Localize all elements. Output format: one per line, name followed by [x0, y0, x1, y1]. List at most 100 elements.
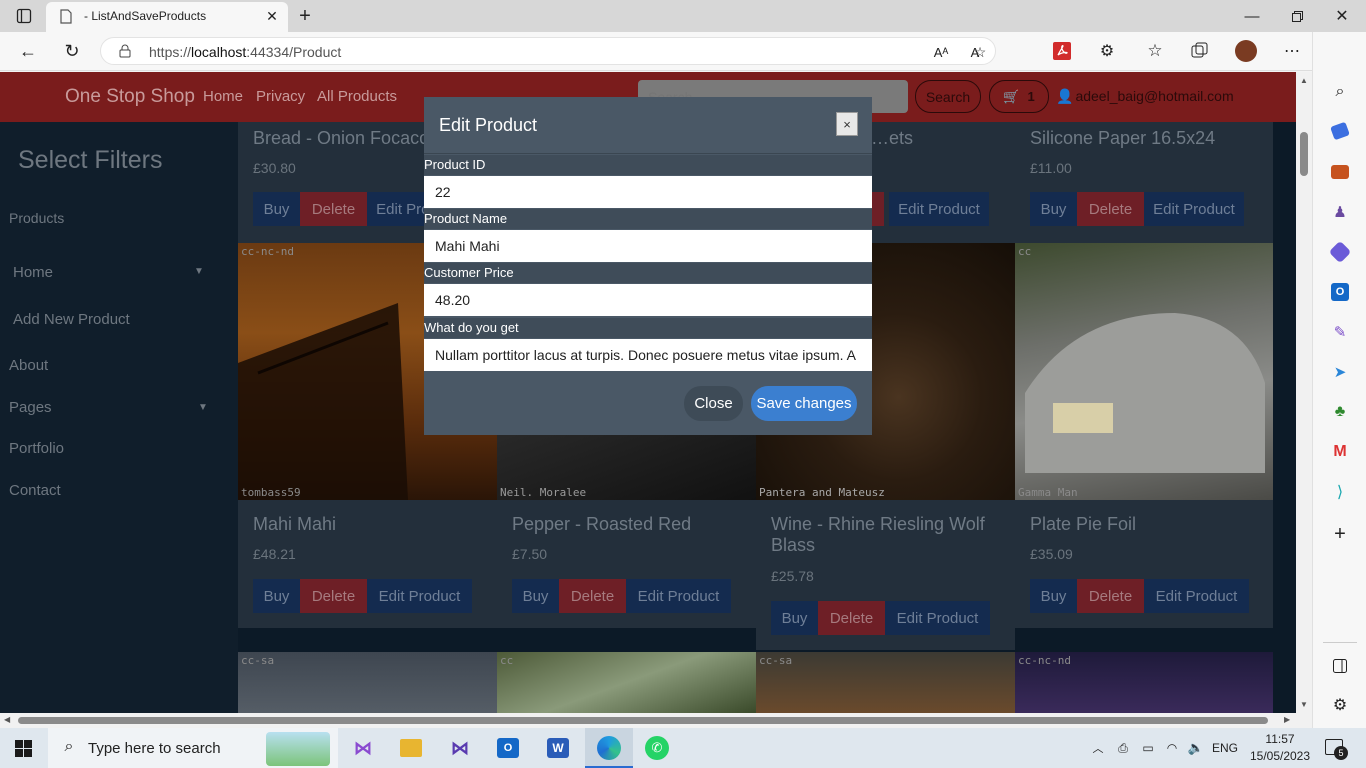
add-icon[interactable]: +: [1329, 523, 1351, 545]
close-window-icon[interactable]: ✕: [1332, 6, 1352, 26]
close-tab-icon[interactable]: ✕: [264, 8, 280, 24]
product-id-input[interactable]: 22: [424, 176, 872, 208]
description-input[interactable]: Nullam porttitor lacus at turpis. Donec …: [424, 339, 872, 371]
windows-start-icon[interactable]: [15, 740, 32, 757]
edit-product-button[interactable]: Edit Product: [885, 601, 990, 635]
profile-avatar[interactable]: [1235, 40, 1257, 62]
shopping-icon[interactable]: [1330, 121, 1350, 141]
edit-product-button[interactable]: Edit Product: [367, 579, 472, 613]
nav-privacy[interactable]: Privacy: [256, 88, 305, 105]
sidebar-item-about[interactable]: About: [9, 357, 48, 374]
lock-icon[interactable]: [117, 43, 133, 59]
brand-link[interactable]: One Stop Shop: [65, 86, 195, 108]
customer-price-input[interactable]: 48.20: [424, 284, 872, 316]
whatsapp-icon[interactable]: ✆: [645, 736, 669, 760]
vertical-scrollbar[interactable]: ▲ ▼: [1296, 72, 1312, 713]
extensions-icon[interactable]: ⚙: [1096, 40, 1118, 62]
sidebar-item-portfolio[interactable]: Portfolio: [9, 440, 64, 457]
clock-time[interactable]: 11:57: [1250, 732, 1310, 746]
nav-home[interactable]: Home: [203, 88, 243, 105]
gmail-icon[interactable]: M: [1329, 442, 1351, 462]
collections-icon[interactable]: [1189, 40, 1211, 62]
chevron-down-icon[interactable]: ▼: [198, 402, 208, 413]
horizontal-scrollbar[interactable]: ◀ ▶: [0, 713, 1312, 728]
taskbar-search-box[interactable]: ⌕ Type here to search: [48, 728, 338, 768]
browser-tab[interactable]: - ListAndSaveProducts ✕: [46, 2, 288, 32]
scroll-down-icon[interactable]: ▼: [1300, 700, 1308, 709]
delete-button[interactable]: Delete: [818, 601, 885, 635]
designer-icon[interactable]: ✎: [1329, 322, 1351, 342]
buy-button[interactable]: Buy: [512, 579, 559, 613]
delete-button[interactable]: Delete: [1077, 579, 1144, 613]
edit-product-button[interactable]: Edit Product: [1144, 579, 1249, 613]
url-text[interactable]: https://localhost:44334/Product: [149, 44, 341, 60]
wifi-icon[interactable]: ◠: [1162, 739, 1182, 757]
tools-icon[interactable]: [1331, 165, 1349, 179]
buy-button[interactable]: Buy: [1030, 192, 1077, 226]
edit-product-button[interactable]: Edit Product: [626, 579, 731, 613]
language-indicator[interactable]: ENG: [1212, 741, 1238, 755]
scroll-left-icon[interactable]: ◀: [4, 715, 10, 724]
buy-button[interactable]: Buy: [253, 579, 300, 613]
pdf-extension-icon[interactable]: [1050, 40, 1074, 62]
sidebar-item-pages[interactable]: Pages: [9, 399, 52, 416]
notifications-icon[interactable]: 5: [1325, 739, 1348, 760]
product-name-input[interactable]: Mahi Mahi: [424, 230, 872, 262]
favorites-icon[interactable]: ☆: [1144, 40, 1166, 62]
visual-studio-icon[interactable]: ⋈: [350, 736, 376, 760]
games-icon[interactable]: ♟: [1329, 202, 1351, 222]
cart-button[interactable]: 🛒 1: [989, 80, 1049, 113]
user-account[interactable]: 👤 adeel_baig@hotmail.com: [1056, 88, 1234, 105]
search-button[interactable]: Search: [915, 80, 981, 113]
sidebar-item-home[interactable]: Home: [13, 264, 53, 281]
edit-product-button[interactable]: Edit Product: [889, 192, 989, 226]
file-explorer-icon[interactable]: [400, 739, 422, 757]
add-favorite-icon[interactable]: ☆: [969, 42, 991, 62]
loop-icon[interactable]: ⟩: [1329, 482, 1351, 502]
nav-all-products[interactable]: All Products: [317, 88, 397, 105]
buy-button[interactable]: Buy: [1030, 579, 1077, 613]
url-bar[interactable]: https://localhost:44334/Product A Aᴬ ☆: [100, 37, 996, 65]
battery-icon[interactable]: ▭: [1138, 739, 1158, 757]
scrollbar-thumb[interactable]: [1300, 132, 1308, 176]
send-icon[interactable]: ➤: [1329, 362, 1351, 382]
save-changes-button[interactable]: Save changes: [751, 386, 857, 421]
buy-button[interactable]: Buy: [771, 601, 818, 635]
edge-taskbar-item[interactable]: [585, 728, 633, 768]
minimize-icon[interactable]: —: [1242, 6, 1262, 26]
settings-gear-icon[interactable]: ⚙: [1329, 695, 1351, 715]
visual-studio-preview-icon[interactable]: ⋈: [447, 736, 473, 760]
delete-button[interactable]: Delete: [300, 192, 367, 226]
tree-icon[interactable]: ♣: [1329, 402, 1351, 422]
close-button[interactable]: Close: [684, 386, 743, 421]
back-icon[interactable]: ←: [17, 40, 39, 62]
chevron-up-icon[interactable]: ︿: [1090, 740, 1106, 756]
more-menu-icon[interactable]: ⋯: [1281, 40, 1303, 62]
restore-icon[interactable]: [1287, 6, 1307, 26]
delete-button[interactable]: Delete: [1077, 192, 1144, 226]
delete-button[interactable]: Delete: [559, 579, 626, 613]
read-aloud-icon[interactable]: Aᴬ: [931, 42, 951, 62]
word-icon[interactable]: W: [547, 738, 569, 758]
buy-button[interactable]: Buy: [253, 192, 300, 226]
scrollbar-thumb[interactable]: [18, 717, 1268, 724]
meet-icon[interactable]: ⎙: [1114, 739, 1132, 757]
scroll-right-icon[interactable]: ▶: [1284, 715, 1290, 724]
edit-product-button[interactable]: Edit Product: [1144, 192, 1244, 226]
volume-icon[interactable]: 🔈: [1186, 739, 1206, 757]
sidebar-toggle-icon[interactable]: [1329, 656, 1351, 676]
search-icon[interactable]: ⌕: [1329, 82, 1351, 102]
scroll-up-icon[interactable]: ▲: [1300, 76, 1308, 85]
close-icon[interactable]: ×: [836, 112, 858, 136]
new-tab-icon[interactable]: +: [294, 5, 316, 27]
outlook-icon[interactable]: O: [497, 738, 519, 758]
sidebar-item-add-new-product[interactable]: Add New Product: [13, 311, 130, 328]
tab-actions-icon[interactable]: [14, 6, 34, 26]
clock-date[interactable]: 15/05/2023: [1245, 749, 1315, 763]
sidebar-item-contact[interactable]: Contact: [9, 482, 61, 499]
refresh-icon[interactable]: ↻: [61, 40, 83, 62]
microsoft-365-icon[interactable]: [1328, 240, 1352, 264]
delete-button[interactable]: Delete: [300, 579, 367, 613]
chevron-down-icon[interactable]: ▼: [194, 266, 204, 277]
outlook-icon[interactable]: O: [1331, 283, 1349, 301]
